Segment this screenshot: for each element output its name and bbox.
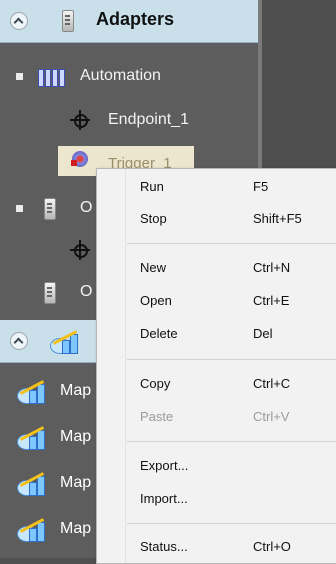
collapse-maps-button[interactable]	[10, 332, 28, 350]
menu-item-label: Import...	[140, 491, 188, 506]
menu-item-label: Delete	[140, 326, 178, 341]
tree-node-label: O	[80, 199, 93, 216]
menu-item-shortcut: Ctrl+C	[253, 376, 291, 391]
map-item-label: Map	[60, 474, 92, 491]
server-icon	[44, 198, 56, 220]
menu-item-new[interactable]: New Ctrl+N	[97, 252, 336, 282]
menu-item-label: Status...	[140, 539, 188, 554]
pipes-icon	[38, 67, 66, 87]
menu-item-shortcut: Del	[253, 326, 273, 341]
menu-item-label: Paste	[140, 409, 174, 424]
menu-item-shortcut: F5	[253, 179, 269, 194]
menu-item-label: New	[140, 260, 167, 275]
menu-item-import[interactable]: Import...	[97, 483, 336, 513]
menu-item-label: Copy	[140, 376, 171, 391]
menu-item-open[interactable]: Open Ctrl+E	[97, 285, 336, 315]
menu-item-paste[interactable]: Paste Ctrl+V	[97, 401, 336, 431]
adapters-panel-title: Adapters	[96, 9, 175, 29]
map-item-label: Map	[60, 382, 92, 399]
tree-node-label: Automation	[80, 67, 161, 84]
menu-separator	[127, 523, 336, 524]
menu-item-label: Export...	[140, 458, 189, 473]
menu-item-shortcut: Ctrl+V	[253, 409, 290, 424]
collapse-node-button[interactable]	[16, 205, 23, 212]
adapters-panel-header[interactable]: Adapters	[0, 0, 258, 43]
tree-node-automation[interactable]: Automation	[0, 58, 258, 94]
map-item-label: Map	[60, 520, 92, 537]
collapse-adapters-button[interactable]	[10, 12, 28, 30]
map-icon	[17, 470, 47, 496]
tree-node-endpoint[interactable]: Endpoint_1	[0, 102, 258, 138]
menu-item-shortcut: Ctrl+O	[253, 539, 291, 554]
menu-item-shortcut: Ctrl+N	[253, 260, 291, 275]
menu-item-copy[interactable]: Copy Ctrl+C	[97, 368, 336, 398]
menu-separator	[127, 243, 336, 244]
menu-item-label: Run	[140, 179, 164, 194]
menu-item-delete[interactable]: Delete Del	[97, 318, 336, 348]
menu-item-shortcut: Shift+F5	[253, 211, 302, 226]
server-icon	[44, 282, 56, 304]
node-icon	[70, 240, 90, 260]
node-icon	[70, 110, 90, 130]
menu-item-export[interactable]: Export...	[97, 450, 336, 480]
menu-separator	[127, 441, 336, 442]
menu-item-status[interactable]: Status... Ctrl+O	[97, 531, 336, 561]
collapse-node-button[interactable]	[16, 73, 23, 80]
menu-item-shortcut: Ctrl+E	[253, 293, 290, 308]
gear-icon	[71, 151, 88, 167]
menu-separator	[127, 359, 336, 360]
map-icon	[17, 424, 47, 450]
map-icon	[17, 378, 47, 404]
map-icon	[50, 328, 80, 354]
context-menu: Run F5 Stop Shift+F5 New Ctrl+N Open Ctr…	[96, 168, 336, 564]
menu-item-label: Open	[140, 293, 172, 308]
menu-item-label: Stop	[140, 211, 167, 226]
tree-node-label: Endpoint_1	[108, 111, 189, 128]
menu-item-run[interactable]: Run F5	[97, 171, 336, 201]
map-item-label: Map	[60, 428, 92, 445]
server-icon	[62, 10, 74, 32]
menu-item-stop[interactable]: Stop Shift+F5	[97, 203, 336, 233]
tree-node-label: O	[80, 283, 93, 300]
map-icon	[17, 516, 47, 542]
